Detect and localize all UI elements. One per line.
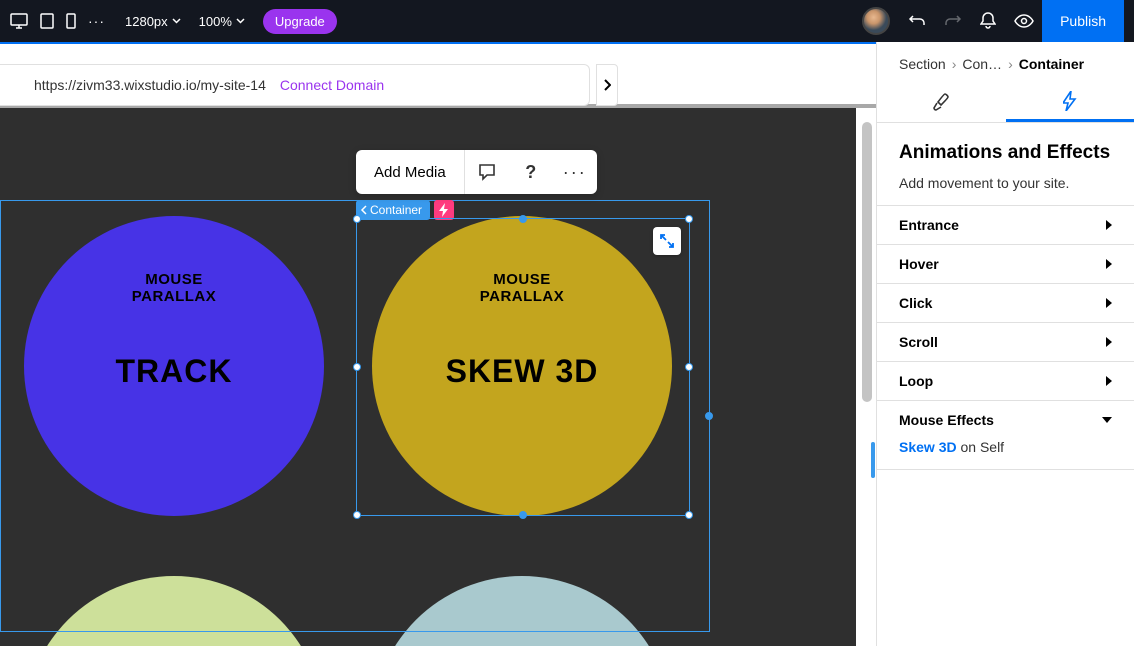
more-devices-icon[interactable]: ··· — [88, 13, 105, 29]
zoom-value: 100% — [199, 14, 232, 29]
topbar-right — [862, 7, 1034, 35]
chevron-right-icon — [1106, 259, 1112, 269]
user-avatar[interactable] — [862, 7, 890, 35]
urlbar-wrap: https://zivm33.wixstudio.io/my-site-14 C… — [0, 42, 876, 108]
section-hover-header[interactable]: Hover — [877, 245, 1134, 283]
chevron-right-icon — [1106, 220, 1112, 230]
selection-breadcrumb[interactable]: Container — [356, 200, 430, 220]
brush-icon — [931, 92, 951, 112]
more-actions-button[interactable]: ··· — [553, 150, 597, 194]
connect-domain-link[interactable]: Connect Domain — [280, 77, 384, 93]
panel-title: Animations and Effects — [899, 141, 1112, 165]
dots-icon: ··· — [563, 162, 587, 183]
panel-header: Animations and Effects Add movement to y… — [877, 123, 1134, 205]
chevron-down-icon — [236, 18, 245, 24]
chevron-right-icon — [603, 79, 611, 91]
question-icon: ? — [525, 162, 536, 183]
help-button[interactable]: ? — [509, 150, 553, 194]
section-hover: Hover — [877, 245, 1134, 284]
selection-label-wrap: Container — [356, 200, 454, 220]
chevron-right-icon — [1106, 376, 1112, 386]
resize-handle[interactable] — [685, 511, 693, 519]
url-bar: https://zivm33.wixstudio.io/my-site-14 C… — [0, 64, 590, 106]
tablet-icon[interactable] — [40, 13, 54, 29]
panel-resize-handle[interactable] — [871, 442, 875, 478]
mouse-effect-row[interactable]: Skew 3D on Self — [877, 439, 1134, 469]
design-tab[interactable] — [877, 82, 1006, 122]
expand-icon — [660, 234, 674, 248]
breadcrumb-con[interactable]: Con… — [962, 56, 1002, 72]
resize-handle[interactable] — [353, 215, 361, 223]
canvas-area: https://zivm33.wixstudio.io/my-site-14 C… — [0, 42, 876, 646]
comment-icon — [478, 163, 496, 181]
device-switcher: ··· — [10, 13, 105, 29]
panel-breadcrumb: Section › Con… › Container — [877, 42, 1134, 82]
resize-handle[interactable] — [519, 511, 527, 519]
vertical-scrollbar[interactable] — [862, 122, 872, 402]
add-media-button[interactable]: Add Media — [356, 150, 465, 194]
upgrade-button[interactable]: Upgrade — [263, 9, 337, 34]
canvas-width-dropdown[interactable]: 1280px — [125, 14, 181, 29]
effect-target: on Self — [957, 439, 1004, 455]
selection-outline — [356, 218, 690, 516]
panel-sections: Entrance Hover Click Scroll — [877, 205, 1134, 470]
section-loop-header[interactable]: Loop — [877, 362, 1134, 400]
canvas[interactable]: MOUSEPARALLAX TRACK MOUSEPARALLAX SKEW 3… — [0, 108, 856, 646]
desktop-icon[interactable] — [10, 13, 28, 29]
top-bar: ··· 1280px 100% Upgrade Publish — [0, 0, 1134, 42]
effects-tab[interactable] — [1006, 82, 1134, 122]
section-mouse-effects: Mouse Effects Skew 3D on Self — [877, 401, 1134, 470]
section-click: Click — [877, 284, 1134, 323]
undo-icon[interactable] — [908, 13, 926, 29]
breadcrumb-container[interactable]: Container — [1019, 56, 1084, 72]
section-click-header[interactable]: Click — [877, 284, 1134, 322]
expand-element-button[interactable] — [653, 227, 681, 255]
bell-icon[interactable] — [980, 12, 996, 30]
inspector-panel: Section › Con… › Container Animations an… — [876, 42, 1134, 646]
chevron-right-icon — [1106, 298, 1112, 308]
eye-icon[interactable] — [1014, 14, 1034, 28]
resize-handle[interactable] — [685, 363, 693, 371]
chevron-right-icon: › — [1008, 56, 1013, 72]
comment-button[interactable] — [465, 150, 509, 194]
lightning-icon — [1063, 91, 1077, 111]
effect-name: Skew 3D — [899, 439, 957, 455]
resize-handle[interactable] — [705, 412, 713, 420]
resize-handle[interactable] — [353, 363, 361, 371]
mobile-icon[interactable] — [66, 13, 76, 29]
section-entrance-header[interactable]: Entrance — [877, 206, 1134, 244]
section-loop: Loop — [877, 362, 1134, 401]
section-mouse-header[interactable]: Mouse Effects — [877, 401, 1134, 439]
expand-panel-tab[interactable] — [596, 64, 618, 106]
section-scroll-header[interactable]: Scroll — [877, 323, 1134, 361]
redo-icon[interactable] — [944, 13, 962, 29]
zoom-dropdown[interactable]: 100% — [199, 14, 245, 29]
resize-handle[interactable] — [353, 511, 361, 519]
resize-handle[interactable] — [685, 215, 693, 223]
chevron-left-icon — [360, 205, 368, 215]
section-scroll: Scroll — [877, 323, 1134, 362]
chevron-down-icon — [1102, 417, 1112, 423]
chevron-right-icon — [1106, 337, 1112, 347]
chevron-down-icon — [172, 18, 181, 24]
lightning-icon — [439, 203, 449, 217]
site-url: https://zivm33.wixstudio.io/my-site-14 — [34, 77, 266, 93]
element-toolbar: Add Media ? ··· — [356, 150, 597, 194]
publish-button[interactable]: Publish — [1042, 0, 1124, 42]
panel-subtitle: Add movement to your site. — [899, 175, 1112, 191]
panel-tabs — [877, 82, 1134, 123]
chevron-right-icon: › — [952, 56, 957, 72]
breadcrumb-section[interactable]: Section — [899, 56, 946, 72]
canvas-width-value: 1280px — [125, 14, 168, 29]
effects-badge[interactable] — [434, 200, 454, 220]
resize-handle[interactable] — [519, 215, 527, 223]
section-entrance: Entrance — [877, 206, 1134, 245]
